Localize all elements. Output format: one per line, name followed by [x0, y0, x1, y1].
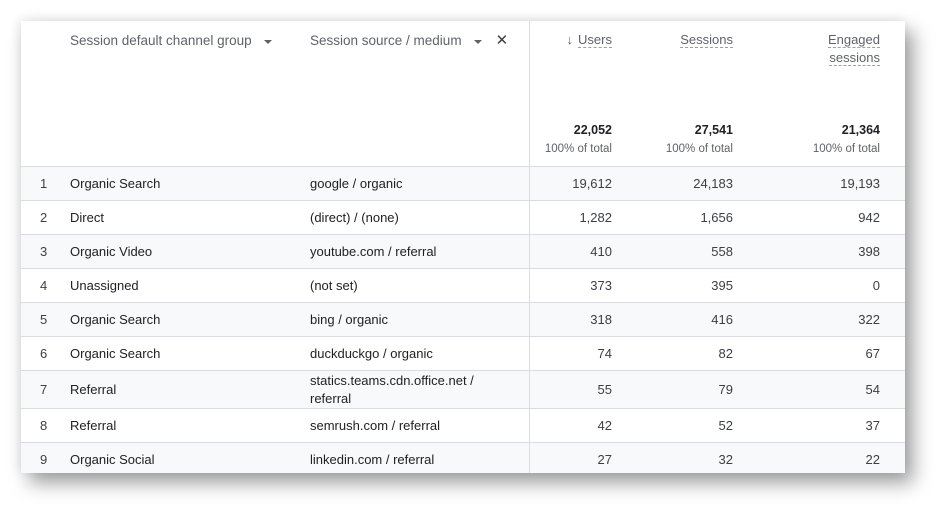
- close-icon[interactable]: ✕: [496, 33, 509, 48]
- report-table: Session default channel group Session so…: [21, 21, 905, 473]
- dimension-header-source-medium: Session source / medium ✕: [310, 21, 529, 167]
- row-index: 7: [40, 381, 48, 397]
- cell-sessions: 32: [718, 451, 733, 467]
- row-index: 9: [40, 451, 48, 467]
- cell-channel-group: Organic Search: [70, 311, 161, 327]
- metric-label-users[interactable]: Users: [578, 32, 612, 48]
- cell-source-medium: statics.teams.cdn.office.net / referral: [310, 372, 474, 406]
- table-row[interactable]: 6 Organic Search duckduckgo / organic 74…: [21, 336, 905, 371]
- table-header-row: Session default channel group Session so…: [21, 21, 905, 167]
- caret-down-icon[interactable]: [473, 39, 482, 44]
- cell-users: 373: [528, 268, 637, 303]
- table-row[interactable]: 4 Unassigned (not set) 373 395 0: [21, 268, 905, 303]
- table-row[interactable]: 9 Organic Social linkedin.com / referral…: [21, 442, 905, 473]
- cell-users: 55: [528, 370, 637, 409]
- cell-users: 19,612: [528, 166, 637, 201]
- cell-engaged-sessions: 37: [865, 417, 880, 433]
- sort-descending-icon: ↓: [566, 32, 574, 47]
- row-index: 4: [40, 277, 48, 293]
- cell-channel-group: Direct: [70, 209, 104, 225]
- table-row[interactable]: 2 Direct (direct) / (none) 1,282 1,656 9…: [21, 200, 905, 235]
- cell-source-medium: linkedin.com / referral: [310, 451, 435, 467]
- cell-sessions: 52: [718, 417, 733, 433]
- index-header: [21, 21, 70, 167]
- table-body: 1 Organic Search google / organic 19,612…: [21, 166, 905, 473]
- metric-header-users: ↓ Users 22,052 100% of total: [528, 21, 637, 167]
- cell-engaged-sessions: 19,193: [840, 175, 880, 191]
- cell-engaged-sessions: 54: [865, 381, 880, 397]
- total-engaged-sessions: 21,364: [841, 123, 880, 137]
- dimension-select-channel-group[interactable]: Session default channel group: [70, 33, 252, 48]
- cell-sessions: 416: [711, 311, 733, 327]
- cell-source-medium: bing / organic: [310, 311, 389, 327]
- row-index: 8: [40, 417, 48, 433]
- cell-sessions: 79: [718, 381, 733, 397]
- table-row[interactable]: 5 Organic Search bing / organic 318 416 …: [21, 302, 905, 337]
- cell-channel-group: Organic Video: [70, 243, 153, 259]
- cell-engaged-sessions: 322: [858, 311, 880, 327]
- total-sessions-pct: 100% of total: [665, 143, 733, 155]
- cell-channel-group: Referral: [70, 381, 117, 397]
- cell-sessions: 395: [711, 277, 733, 293]
- table-row[interactable]: 7 Referral statics.teams.cdn.office.net …: [21, 370, 905, 409]
- cell-sessions: 82: [718, 345, 733, 361]
- row-index: 2: [40, 209, 48, 225]
- cell-channel-group: Referral: [70, 417, 117, 433]
- cell-users: 318: [528, 302, 637, 337]
- metric-header-sessions: Sessions 27,541 100% of total: [637, 21, 758, 167]
- cell-engaged-sessions: 398: [858, 243, 880, 259]
- cell-users: 42: [528, 408, 637, 443]
- metric-label-engaged-line1[interactable]: Engaged: [827, 32, 880, 48]
- metric-header-engaged-sessions: Engaged sessions 21,364 100% of total: [758, 21, 905, 167]
- cell-source-medium: semrush.com / referral: [310, 417, 441, 433]
- cell-channel-group: Organic Social: [70, 451, 155, 467]
- cell-channel-group: Organic Search: [70, 175, 161, 191]
- dimension-select-source-medium[interactable]: Session source / medium: [310, 33, 462, 48]
- table-row[interactable]: 1 Organic Search google / organic 19,612…: [21, 166, 905, 201]
- cell-source-medium: youtube.com / referral: [310, 243, 437, 259]
- cell-source-medium: (not set): [310, 277, 358, 293]
- cell-users: 1,282: [528, 200, 637, 235]
- cell-sessions: 1,656: [700, 209, 733, 225]
- table-row[interactable]: 3 Organic Video youtube.com / referral 4…: [21, 234, 905, 269]
- cell-source-medium: google / organic: [310, 175, 403, 191]
- total-sessions: 27,541: [694, 123, 733, 137]
- table-row[interactable]: 8 Referral semrush.com / referral 42 52 …: [21, 408, 905, 443]
- cell-sessions: 558: [711, 243, 733, 259]
- cell-engaged-sessions: 0: [872, 277, 880, 293]
- total-engaged-sessions-pct: 100% of total: [812, 143, 880, 155]
- cell-source-medium: duckduckgo / organic: [310, 345, 433, 361]
- row-index: 1: [40, 175, 48, 191]
- cell-users: 74: [528, 336, 637, 371]
- cell-channel-group: Unassigned: [70, 277, 139, 293]
- total-users-pct: 100% of total: [544, 143, 612, 155]
- metric-label-sessions[interactable]: Sessions: [680, 32, 733, 48]
- cell-engaged-sessions: 67: [865, 345, 880, 361]
- dimension-header-channel-group: Session default channel group: [70, 21, 310, 167]
- row-index: 6: [40, 345, 48, 361]
- cell-sessions: 24,183: [693, 175, 733, 191]
- report-table-panel: Session default channel group Session so…: [21, 21, 905, 473]
- cell-engaged-sessions: 22: [865, 451, 880, 467]
- row-index: 5: [40, 311, 48, 327]
- cell-engaged-sessions: 942: [858, 209, 880, 225]
- total-users: 22,052: [573, 123, 612, 137]
- metric-label-engaged-line2[interactable]: sessions: [829, 50, 880, 66]
- caret-down-icon[interactable]: [263, 39, 272, 44]
- cell-channel-group: Organic Search: [70, 345, 161, 361]
- cell-source-medium: (direct) / (none): [310, 209, 399, 225]
- cell-users: 27: [528, 442, 637, 473]
- cell-users: 410: [528, 234, 637, 269]
- row-index: 3: [40, 243, 48, 259]
